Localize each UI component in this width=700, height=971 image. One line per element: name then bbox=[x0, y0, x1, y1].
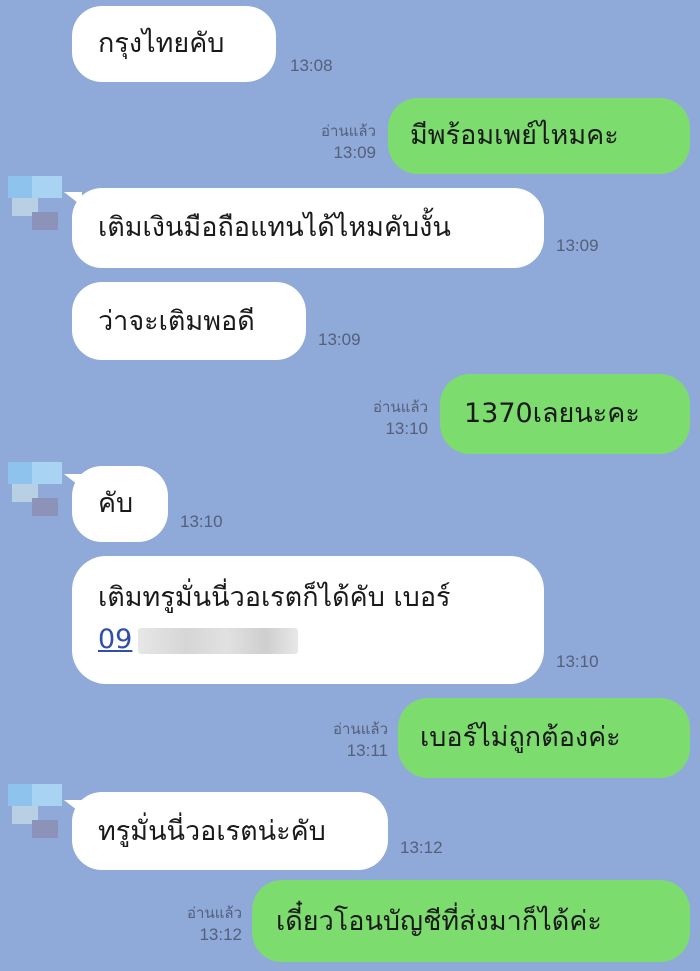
message-time: 13:10 bbox=[556, 652, 599, 671]
message-text: เดี๋ยวโอนบัญชีที่ส่งมาก็ได้ค่ะ bbox=[276, 906, 602, 937]
message-bubble-incoming[interactable]: เติมทรูมั่นนี่วอเรตก็ได้คับ เบอร์ 09 bbox=[72, 556, 544, 684]
phone-number-link[interactable]: 09 bbox=[98, 624, 132, 655]
sender-avatar[interactable] bbox=[8, 462, 62, 516]
message-bubble-incoming[interactable]: กรุงไทยคับ bbox=[72, 6, 276, 82]
chat-conversation: กรุงไทยคับ 13:08 อ่านแล้ว 13:09 มีพร้อมเ… bbox=[0, 0, 700, 971]
avatar-pixel bbox=[32, 820, 58, 838]
read-receipt: อ่านแล้ว bbox=[333, 721, 388, 738]
avatar-pixel bbox=[32, 498, 58, 516]
message-text: ว่าจะเติมพอดี bbox=[98, 306, 255, 337]
message-meta: อ่านแล้ว 13:11 bbox=[306, 720, 388, 762]
message-text: 1370เลยนะคะ bbox=[464, 398, 640, 429]
avatar-pixel bbox=[32, 176, 62, 198]
avatar-pixel bbox=[32, 462, 62, 484]
message-meta: อ่านแล้ว 13:09 bbox=[296, 122, 376, 164]
message-bubble-incoming[interactable]: คับ bbox=[72, 466, 168, 542]
message-time: 13:12 bbox=[199, 925, 242, 944]
message-time: 13:09 bbox=[556, 236, 599, 255]
message-text: เบอร์ไม่ถูกต้องค่ะ bbox=[420, 722, 621, 753]
message-text: มีพร้อมเพย์ไหมคะ bbox=[410, 120, 619, 151]
message-time: 13:10 bbox=[180, 512, 223, 531]
message-bubble-outgoing[interactable]: มีพร้อมเพย์ไหมคะ bbox=[388, 98, 690, 174]
message-meta: อ่านแล้ว 13:12 bbox=[160, 904, 242, 946]
message-time: 13:09 bbox=[333, 143, 376, 162]
message-bubble-outgoing[interactable]: เบอร์ไม่ถูกต้องค่ะ bbox=[398, 698, 690, 778]
message-bubble-incoming[interactable]: ทรูมั่นนี่วอเรตน่ะคับ bbox=[72, 792, 388, 870]
message-text: เติมทรูมั่นนี่วอเรตก็ได้คับ เบอร์ bbox=[98, 582, 451, 613]
message-text: คับ bbox=[98, 488, 134, 519]
read-receipt: อ่านแล้ว bbox=[187, 905, 242, 922]
message-time: 13:08 bbox=[290, 56, 333, 75]
message-bubble-outgoing[interactable]: 1370เลยนะคะ bbox=[440, 374, 690, 454]
sender-avatar[interactable] bbox=[8, 784, 62, 838]
redacted-number bbox=[138, 627, 299, 654]
read-receipt: อ่านแล้ว bbox=[373, 399, 428, 416]
read-receipt: อ่านแล้ว bbox=[321, 123, 376, 140]
message-text: กรุงไทยคับ bbox=[98, 28, 225, 59]
message-bubble-incoming[interactable]: ว่าจะเติมพอดี bbox=[72, 282, 306, 360]
message-time: 13:12 bbox=[400, 838, 443, 857]
message-time: 13:11 bbox=[346, 741, 388, 760]
sender-avatar[interactable] bbox=[8, 176, 62, 230]
message-meta: อ่านแล้ว 13:10 bbox=[346, 398, 428, 440]
message-bubble-incoming[interactable]: เติมเงินมือถือแทนได้ไหมคับงั้น bbox=[72, 188, 544, 268]
message-bubble-outgoing[interactable]: เดี๋ยวโอนบัญชีที่ส่งมาก็ได้ค่ะ bbox=[252, 880, 690, 962]
avatar-pixel bbox=[32, 212, 58, 230]
message-text: ทรูมั่นนี่วอเรตน่ะคับ bbox=[98, 816, 326, 847]
avatar-pixel bbox=[32, 784, 62, 806]
message-time: 13:09 bbox=[318, 330, 361, 349]
phone-number-line: 09 bbox=[98, 622, 544, 658]
message-time: 13:10 bbox=[385, 419, 428, 438]
message-text: เติมเงินมือถือแทนได้ไหมคับงั้น bbox=[98, 212, 451, 243]
